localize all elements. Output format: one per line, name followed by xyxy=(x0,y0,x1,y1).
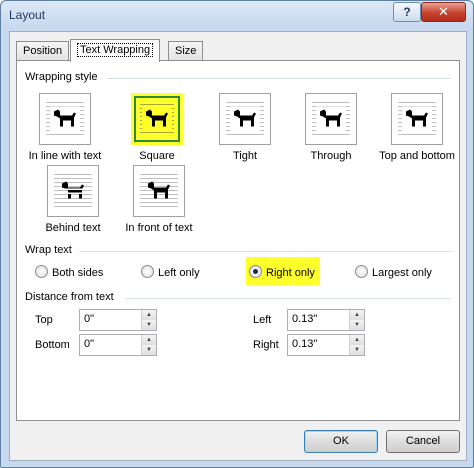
radio-both-sides[interactable]: Both sides xyxy=(35,265,103,279)
ok-button[interactable]: OK xyxy=(304,430,378,453)
radio-largest-only[interactable]: Largest only xyxy=(355,265,432,279)
spin-down-icon[interactable]: ▼ xyxy=(142,345,156,355)
wrap-option-label: Tight xyxy=(232,150,258,162)
wrap-option-in-front-of-text[interactable]: In front of text xyxy=(117,165,201,234)
radio-label: Right only xyxy=(266,267,315,279)
dog-silhouette-icon xyxy=(402,106,432,132)
tab-size-label: Size xyxy=(175,45,197,57)
right-spinner[interactable]: 0.13" ▲ ▼ xyxy=(287,334,365,356)
spin-down-icon[interactable]: ▼ xyxy=(142,320,156,330)
wrap-option-label: Through xyxy=(310,150,352,162)
tab-text-wrapping[interactable]: Text Wrapping xyxy=(70,39,161,62)
wrap-preview xyxy=(39,93,91,145)
wrap-option-through[interactable]: Through xyxy=(289,93,373,162)
radio-label: Both sides xyxy=(52,267,104,279)
wrap-option-in-line[interactable]: In line with text xyxy=(23,93,107,162)
radio-left-only[interactable]: Left only xyxy=(141,265,200,279)
bottom-spinner[interactable]: 0" ▲ ▼ xyxy=(79,334,157,356)
spin-arrows: ▲ ▼ xyxy=(349,310,364,330)
spin-down-icon[interactable]: ▼ xyxy=(350,320,364,330)
wrap-preview xyxy=(391,93,443,145)
top-spinner[interactable]: 0" ▲ ▼ xyxy=(79,309,157,331)
top-label: Top xyxy=(35,314,53,326)
radio-right-only[interactable]: Right only xyxy=(249,265,315,279)
spin-arrows: ▲ ▼ xyxy=(141,310,156,330)
right-value[interactable]: 0.13" xyxy=(292,338,317,350)
tab-position-label: Position xyxy=(23,45,63,57)
dog-silhouette-icon xyxy=(144,179,174,204)
close-button[interactable]: ✕ xyxy=(421,2,466,22)
wrap-preview xyxy=(131,93,183,145)
layout-dialog: Layout ? ✕ Position Text Wrapping Size W… xyxy=(0,0,474,468)
dog-silhouette-icon xyxy=(50,106,80,132)
wrap-preview xyxy=(47,165,99,217)
dialog-body: Position Text Wrapping Size Wrapping sty… xyxy=(9,31,467,461)
wrap-option-tight[interactable]: Tight xyxy=(203,93,287,162)
top-value[interactable]: 0" xyxy=(84,313,94,325)
divider xyxy=(107,78,451,79)
radio-button[interactable] xyxy=(35,265,48,278)
wrap-option-label: In line with text xyxy=(28,150,102,162)
dog-silhouette-icon xyxy=(142,106,172,132)
left-spinner[interactable]: 0.13" ▲ ▼ xyxy=(287,309,365,331)
help-button[interactable]: ? xyxy=(393,2,421,22)
bottom-label: Bottom xyxy=(35,339,70,351)
wrap-text-heading: Wrap text xyxy=(25,244,72,256)
wrap-preview xyxy=(305,93,357,145)
text-wrapping-panel: Wrapping style In line with text Square … xyxy=(16,60,460,421)
radio-label: Left only xyxy=(158,267,200,279)
radio-button[interactable] xyxy=(355,265,368,278)
wrap-preview xyxy=(133,165,185,217)
dog-silhouette-icon xyxy=(230,106,260,132)
wrap-option-square[interactable]: Square xyxy=(115,93,199,162)
left-value[interactable]: 0.13" xyxy=(292,313,317,325)
tab-text-wrapping-label: Text Wrapping xyxy=(77,43,154,57)
cancel-button[interactable]: Cancel xyxy=(386,430,460,453)
wrap-preview xyxy=(219,93,271,145)
left-label: Left xyxy=(253,314,272,326)
wrap-option-label: Top and bottom xyxy=(379,150,455,162)
divider xyxy=(79,251,451,252)
divider xyxy=(125,298,451,299)
wrapping-style-heading: Wrapping style xyxy=(25,71,98,83)
title-bar[interactable]: Layout ? ✕ xyxy=(1,1,473,29)
radio-label: Largest only xyxy=(372,267,432,279)
tab-size[interactable]: Size xyxy=(168,41,204,60)
dog-silhouette-icon xyxy=(58,179,88,204)
window-title: Layout xyxy=(9,8,46,22)
distance-heading: Distance from text xyxy=(25,291,114,303)
dog-silhouette-icon xyxy=(316,106,346,132)
radio-button[interactable] xyxy=(141,265,154,278)
wrap-option-label: Behind text xyxy=(45,222,101,234)
wrap-option-behind-text[interactable]: Behind text xyxy=(31,165,115,234)
spin-arrows: ▲ ▼ xyxy=(349,335,364,355)
spin-down-icon[interactable]: ▼ xyxy=(350,345,364,355)
bottom-value[interactable]: 0" xyxy=(84,338,94,350)
wrap-option-label: In front of text xyxy=(125,222,193,234)
spin-arrows: ▲ ▼ xyxy=(141,335,156,355)
right-label: Right xyxy=(253,339,279,351)
tab-position[interactable]: Position xyxy=(16,41,70,60)
wrap-option-label: Square xyxy=(139,150,175,162)
wrap-option-top-and-bottom[interactable]: Top and bottom xyxy=(375,93,459,162)
radio-button[interactable] xyxy=(249,265,262,278)
